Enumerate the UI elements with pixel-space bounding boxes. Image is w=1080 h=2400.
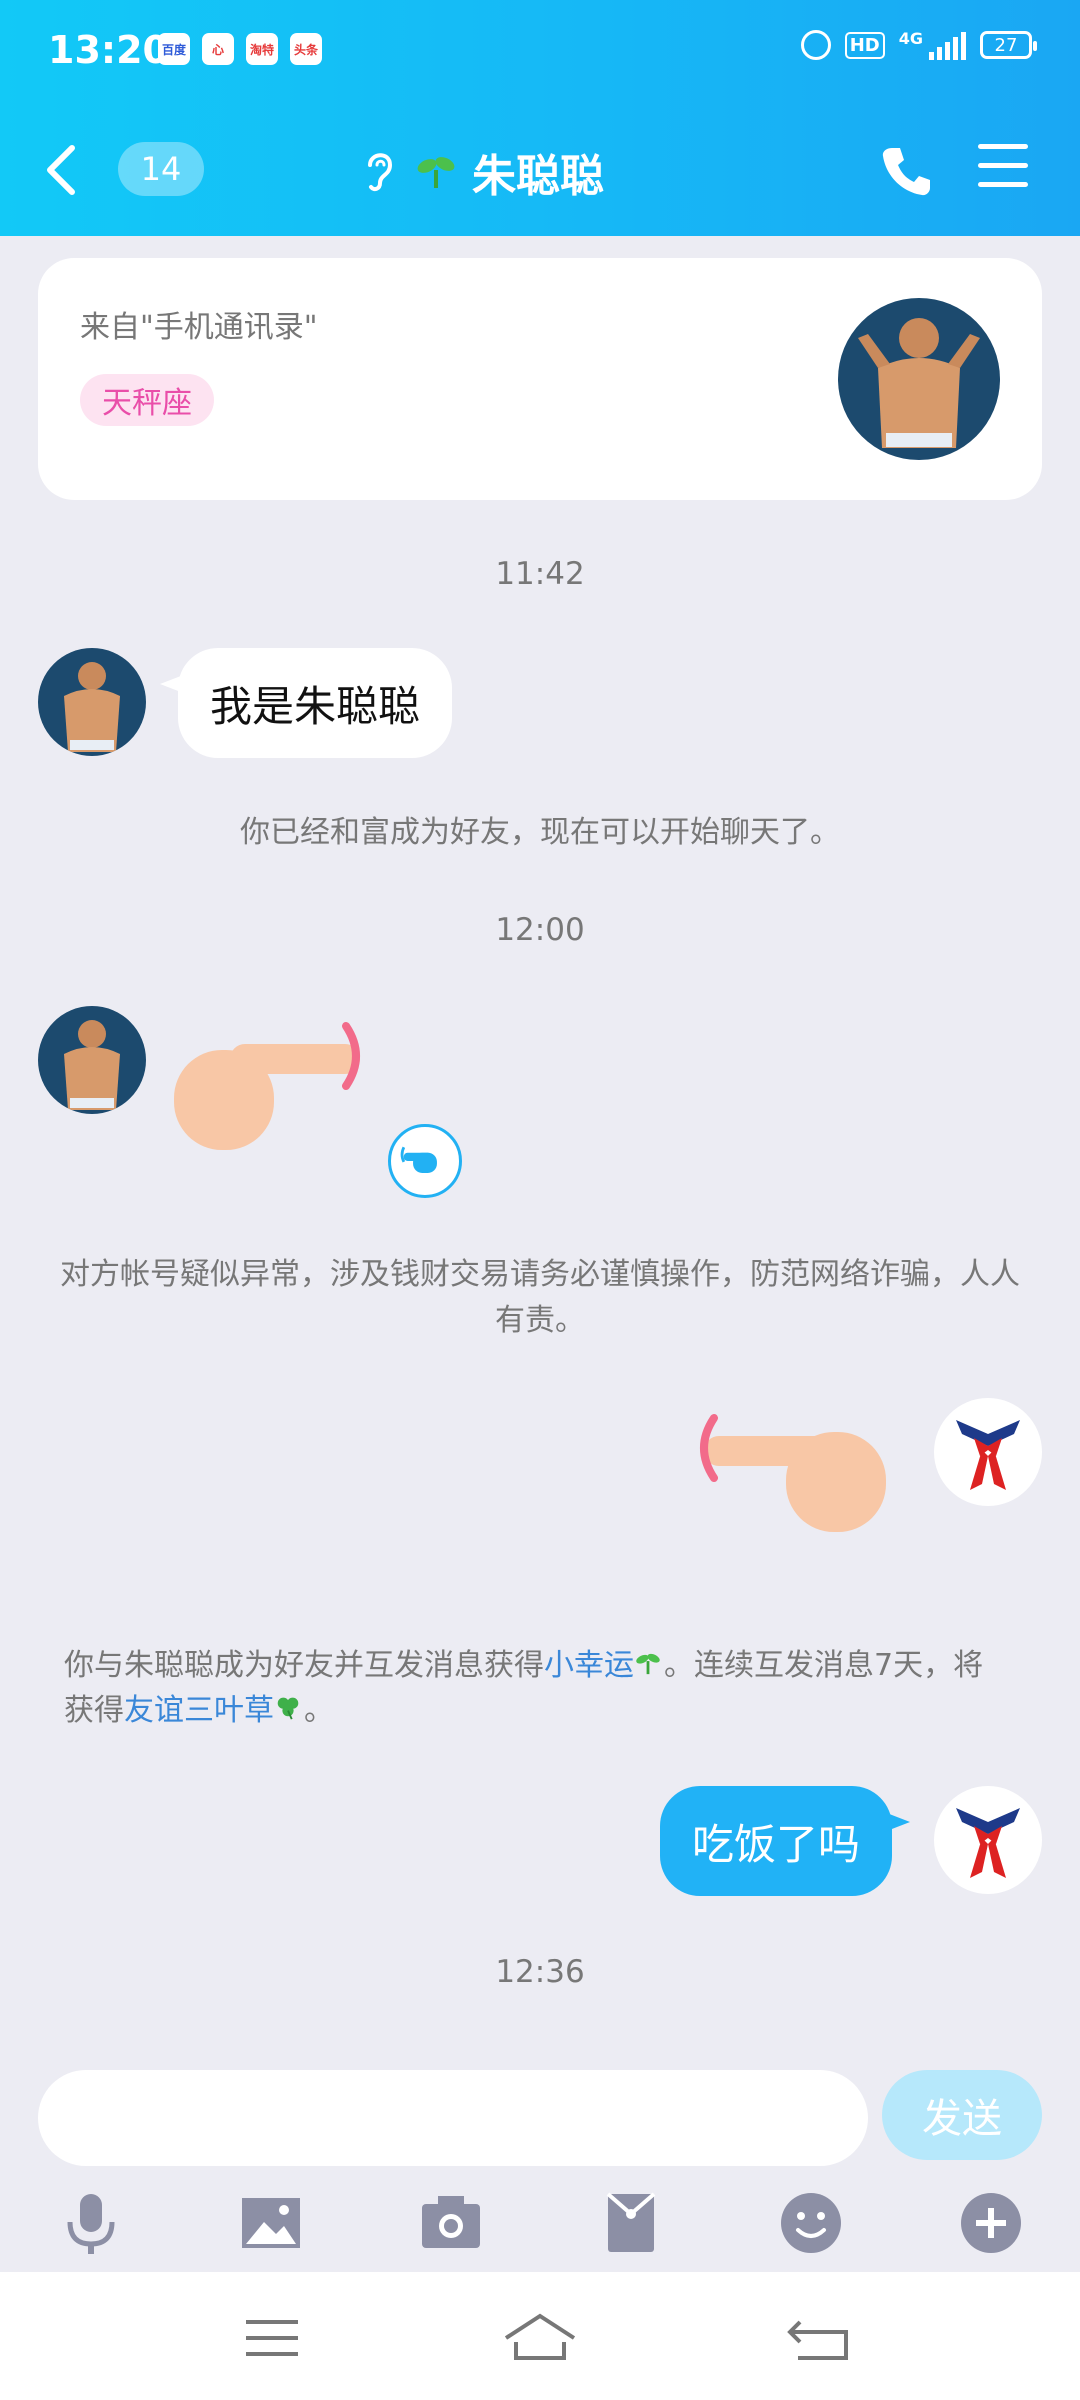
back-arrow-icon — [787, 2320, 848, 2360]
menu-line — [978, 163, 1028, 168]
chat-header: 13:20 百度 心 淘特 头条 HD 4G 27 14 朱聪聪 — [0, 0, 1080, 236]
reward-text: 你与朱聪聪成为好友并互发消息获得 — [64, 1648, 544, 1683]
chevron-left-icon — [47, 145, 75, 195]
signal-icon — [929, 30, 966, 60]
friendship-reward-message: 你与朱聪聪成为好友并互发消息获得小幸运 。连续互发消息7天，将获得友谊三叶草。 — [64, 1644, 984, 1733]
poke-sticker-received[interactable] — [170, 1020, 370, 1160]
clover-link[interactable]: 友谊三叶草 — [124, 1693, 274, 1728]
status-right: HD 4G 27 — [800, 28, 1037, 60]
emoji-icon[interactable] — [776, 2188, 846, 2258]
back-button[interactable] — [38, 140, 88, 200]
clover-icon — [274, 1689, 304, 1733]
sprout-icon — [414, 148, 458, 196]
zodiac-tag: 天秤座 — [80, 374, 214, 426]
network-type: 4G — [898, 28, 923, 48]
recent-apps-button[interactable] — [232, 2308, 312, 2368]
my-avatar[interactable] — [934, 1398, 1042, 1506]
my-avatar[interactable] — [934, 1786, 1042, 1894]
sender-avatar[interactable] — [38, 648, 146, 756]
more-menu-button[interactable] — [978, 144, 1028, 194]
poke-sticker-sent[interactable] — [690, 1412, 890, 1552]
system-navigation-bar — [0, 2272, 1080, 2400]
ear-icon — [360, 145, 400, 199]
baidu-app-icon: 百度 — [158, 33, 190, 65]
alarm-icon — [800, 30, 831, 60]
microphone-icon[interactable] — [56, 2188, 126, 2258]
call-button[interactable] — [878, 142, 936, 200]
contact-profile-card[interactable]: 来自"手机通讯录" 天秤座 — [38, 258, 1042, 500]
message-input[interactable] — [38, 2070, 868, 2166]
chat-title: 朱聪聪 — [472, 151, 604, 202]
lucky-link[interactable]: 小幸运 — [544, 1648, 634, 1683]
notification-icons: 百度 心 淘特 头条 — [158, 33, 322, 65]
back-nav-button[interactable] — [780, 2308, 860, 2368]
status-bar: 13:20 百度 心 淘特 头条 HD 4G 27 — [0, 0, 1080, 100]
contact-avatar-large[interactable] — [838, 298, 1000, 460]
battery-indicator: 27 — [980, 31, 1037, 59]
sprout-icon — [634, 1645, 664, 1689]
menu-line — [978, 144, 1028, 149]
phone-icon — [882, 148, 930, 196]
send-button[interactable]: 发送 — [882, 2070, 1042, 2160]
heart-app-icon: 心 — [202, 33, 234, 65]
home-button[interactable] — [500, 2308, 580, 2368]
image-icon[interactable] — [236, 2188, 306, 2258]
composer-row: 发送 — [0, 2040, 1080, 2166]
unread-count-badge[interactable]: 14 — [118, 142, 204, 196]
red-packet-icon[interactable] — [596, 2188, 666, 2258]
poke-icon[interactable] — [388, 1124, 462, 1198]
menu-line — [978, 182, 1028, 187]
sender-avatar[interactable] — [38, 1006, 146, 1114]
status-time: 13:20 — [48, 28, 169, 72]
hd-badge: HD — [844, 31, 885, 59]
message-bubble-sent[interactable]: 吃饭了吗 — [660, 1786, 911, 1896]
system-message: 你已经和富成为好友，现在可以开始聊天了。 — [240, 815, 840, 850]
composer-toolbar — [0, 2180, 1080, 2270]
menu-icon — [246, 2320, 298, 2356]
camera-icon[interactable] — [416, 2188, 486, 2258]
timestamp: 12:36 — [495, 1954, 585, 1990]
timestamp: 11:42 — [495, 556, 585, 592]
contact-source: 来自"手机通讯录" — [80, 310, 318, 345]
home-icon — [504, 2313, 576, 2360]
message-bubble-received[interactable]: 我是朱聪聪 — [159, 648, 453, 758]
timestamp: 12:00 — [495, 912, 585, 948]
chat-navbar: 14 朱聪聪 — [0, 120, 1080, 220]
plus-icon[interactable] — [956, 2188, 1026, 2258]
taote-app-icon: 淘特 — [246, 33, 278, 65]
reward-text: 。 — [304, 1692, 334, 1728]
chat-title-group[interactable]: 朱聪聪 — [360, 140, 604, 204]
toutiao-app-icon: 头条 — [290, 33, 322, 65]
security-warning-message: 对方帐号疑似异常，涉及钱财交易请务必谨慎操作，防范网络诈骗，人人有责。 — [60, 1257, 1020, 1338]
